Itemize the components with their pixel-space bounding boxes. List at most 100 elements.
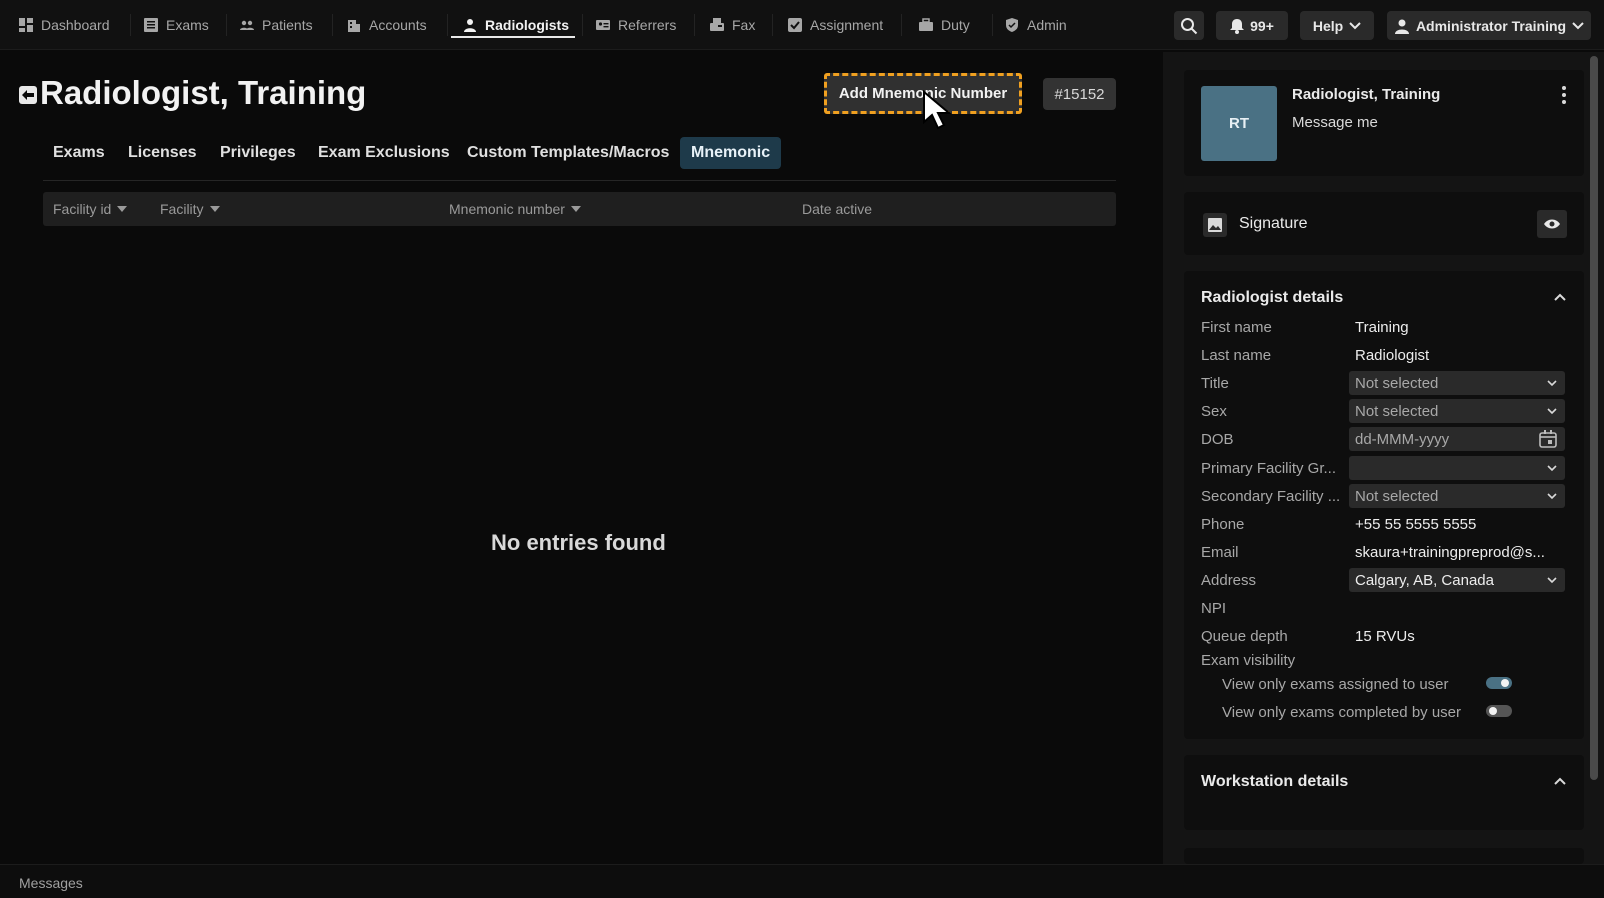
exam-visibility-label: Exam visibility: [1201, 652, 1296, 669]
mouse-cursor-icon: [923, 90, 952, 130]
signature-label: Signature: [1239, 215, 1308, 232]
nav-label: Duty: [941, 17, 970, 33]
toggle-assigned[interactable]: [1486, 677, 1512, 689]
notification-count: 99+: [1250, 17, 1274, 34]
caret-down-icon: [570, 206, 581, 212]
column-label: Date active: [802, 201, 873, 217]
chevron-down-icon: [1547, 408, 1557, 415]
nav-divider: [901, 14, 902, 36]
nav-referrers[interactable]: Referrers: [596, 12, 676, 38]
npi-label: NPI: [1201, 600, 1227, 617]
secondary-facility-value: Not selected: [1355, 487, 1439, 505]
column-facility[interactable]: Facility: [160, 192, 220, 226]
column-date-active[interactable]: Date active: [802, 192, 872, 226]
nav-label: Accounts: [369, 17, 427, 33]
tab-mnemonic[interactable]: Mnemonic: [680, 137, 782, 169]
first-name-value: Training: [1355, 319, 1409, 336]
sex-label: Sex: [1201, 403, 1227, 420]
nav-dashboard[interactable]: Dashboard: [19, 12, 110, 38]
secondary-facility-label: Secondary Facility ...: [1201, 488, 1341, 505]
user-menu-button[interactable]: Administrator Training: [1387, 11, 1591, 40]
eye-icon: [1544, 219, 1560, 229]
queue-depth-label: Queue depth: [1201, 628, 1288, 645]
exams-icon: [144, 18, 158, 32]
chevron-down-icon: [1547, 380, 1557, 387]
nav-duty[interactable]: Duty: [919, 12, 970, 38]
column-label: Facility id: [53, 201, 112, 217]
nav-exams[interactable]: Exams: [144, 12, 209, 38]
message-me-link[interactable]: Message me: [1292, 114, 1378, 131]
search-button[interactable]: [1174, 11, 1204, 40]
active-nav-indicator: [451, 36, 575, 38]
calendar-icon[interactable]: [1539, 430, 1557, 448]
last-name-value: Radiologist: [1355, 347, 1430, 364]
chevron-up-icon[interactable]: [1553, 290, 1567, 304]
email-value: skaura+trainingpreprod@s...: [1355, 544, 1545, 561]
arrow-left-icon: [22, 90, 34, 100]
sex-select[interactable]: Not selected: [1349, 399, 1565, 423]
nav-label: Referrers: [618, 17, 677, 33]
tab-licenses[interactable]: Licenses: [128, 137, 196, 169]
nav-divider: [447, 14, 448, 36]
user-icon: [1394, 19, 1409, 34]
column-facility-id[interactable]: Facility id: [53, 192, 128, 226]
nav-divider: [772, 14, 773, 36]
address-select[interactable]: Calgary, AB, Canada: [1349, 568, 1565, 592]
empty-state: No entries found: [491, 530, 666, 555]
user-name: Administrator Training: [1415, 17, 1567, 34]
nav-accounts[interactable]: Accounts: [347, 12, 427, 38]
radiologist-icon: [464, 19, 476, 32]
workstation-card: [1184, 755, 1584, 830]
page-title: Radiologist, Training: [40, 74, 367, 111]
messages-bar[interactable]: Messages: [0, 864, 1604, 898]
toggle-completed[interactable]: [1486, 705, 1512, 717]
tab-exams[interactable]: Exams: [53, 137, 105, 169]
nav-patients[interactable]: Patients: [240, 12, 313, 38]
caret-down-icon: [209, 206, 220, 212]
kebab-menu-icon[interactable]: [1561, 86, 1567, 104]
bell-icon: [1230, 18, 1245, 34]
tab-custom-templates[interactable]: Custom Templates/Macros: [467, 137, 669, 169]
chevron-down-icon: [1349, 21, 1361, 29]
nav-fax[interactable]: Fax: [710, 12, 755, 38]
back-button[interactable]: [19, 86, 37, 104]
secondary-facility-select[interactable]: Not selected: [1349, 484, 1565, 508]
nav-divider: [130, 14, 131, 36]
address-label: Address: [1201, 572, 1257, 589]
id-badge: #15152: [1043, 78, 1116, 110]
profile-name: Radiologist, Training: [1292, 86, 1441, 103]
tab-exam-exclusions[interactable]: Exam Exclusions: [318, 137, 450, 169]
help-button[interactable]: Help: [1300, 11, 1374, 40]
dob-placeholder: dd-MMM-yyyy: [1355, 430, 1450, 448]
patients-icon: [240, 20, 254, 30]
nav-radiologists[interactable]: Radiologists: [463, 12, 569, 38]
dashboard-icon: [19, 18, 33, 32]
title-select-value: Not selected: [1355, 374, 1439, 392]
nav-label: Assignment: [810, 17, 884, 33]
tab-privileges[interactable]: Privileges: [220, 137, 296, 169]
chevron-up-icon[interactable]: [1553, 774, 1567, 788]
fax-icon: [710, 18, 724, 31]
details-title: Radiologist details: [1201, 289, 1344, 306]
primary-facility-select[interactable]: [1349, 456, 1565, 480]
duty-icon: [919, 18, 933, 31]
column-mnemonic-number[interactable]: Mnemonic number: [449, 192, 581, 226]
nav-label: Dashboard: [41, 17, 110, 33]
nav-assignment[interactable]: Assignment: [788, 12, 883, 38]
scrollbar[interactable]: [1590, 56, 1598, 780]
dob-input[interactable]: dd-MMM-yyyy: [1349, 427, 1565, 451]
primary-facility-label: Primary Facility Gr...: [1201, 460, 1337, 477]
toggle-completed-label: View only exams completed by user: [1222, 704, 1462, 721]
nav-divider: [226, 14, 227, 36]
help-label: Help: [1312, 17, 1344, 34]
view-signature-button[interactable]: [1537, 210, 1567, 238]
caret-down-icon: [117, 206, 128, 212]
title-label: Title: [1201, 375, 1229, 392]
nav-admin[interactable]: Admin: [1005, 12, 1067, 38]
nav-divider: [332, 14, 333, 36]
chevron-down-icon: [1547, 577, 1557, 584]
nav-divider: [582, 14, 583, 36]
notifications-button[interactable]: 99+: [1216, 11, 1288, 40]
title-select[interactable]: Not selected: [1349, 371, 1565, 395]
last-name-label: Last name: [1201, 347, 1272, 364]
